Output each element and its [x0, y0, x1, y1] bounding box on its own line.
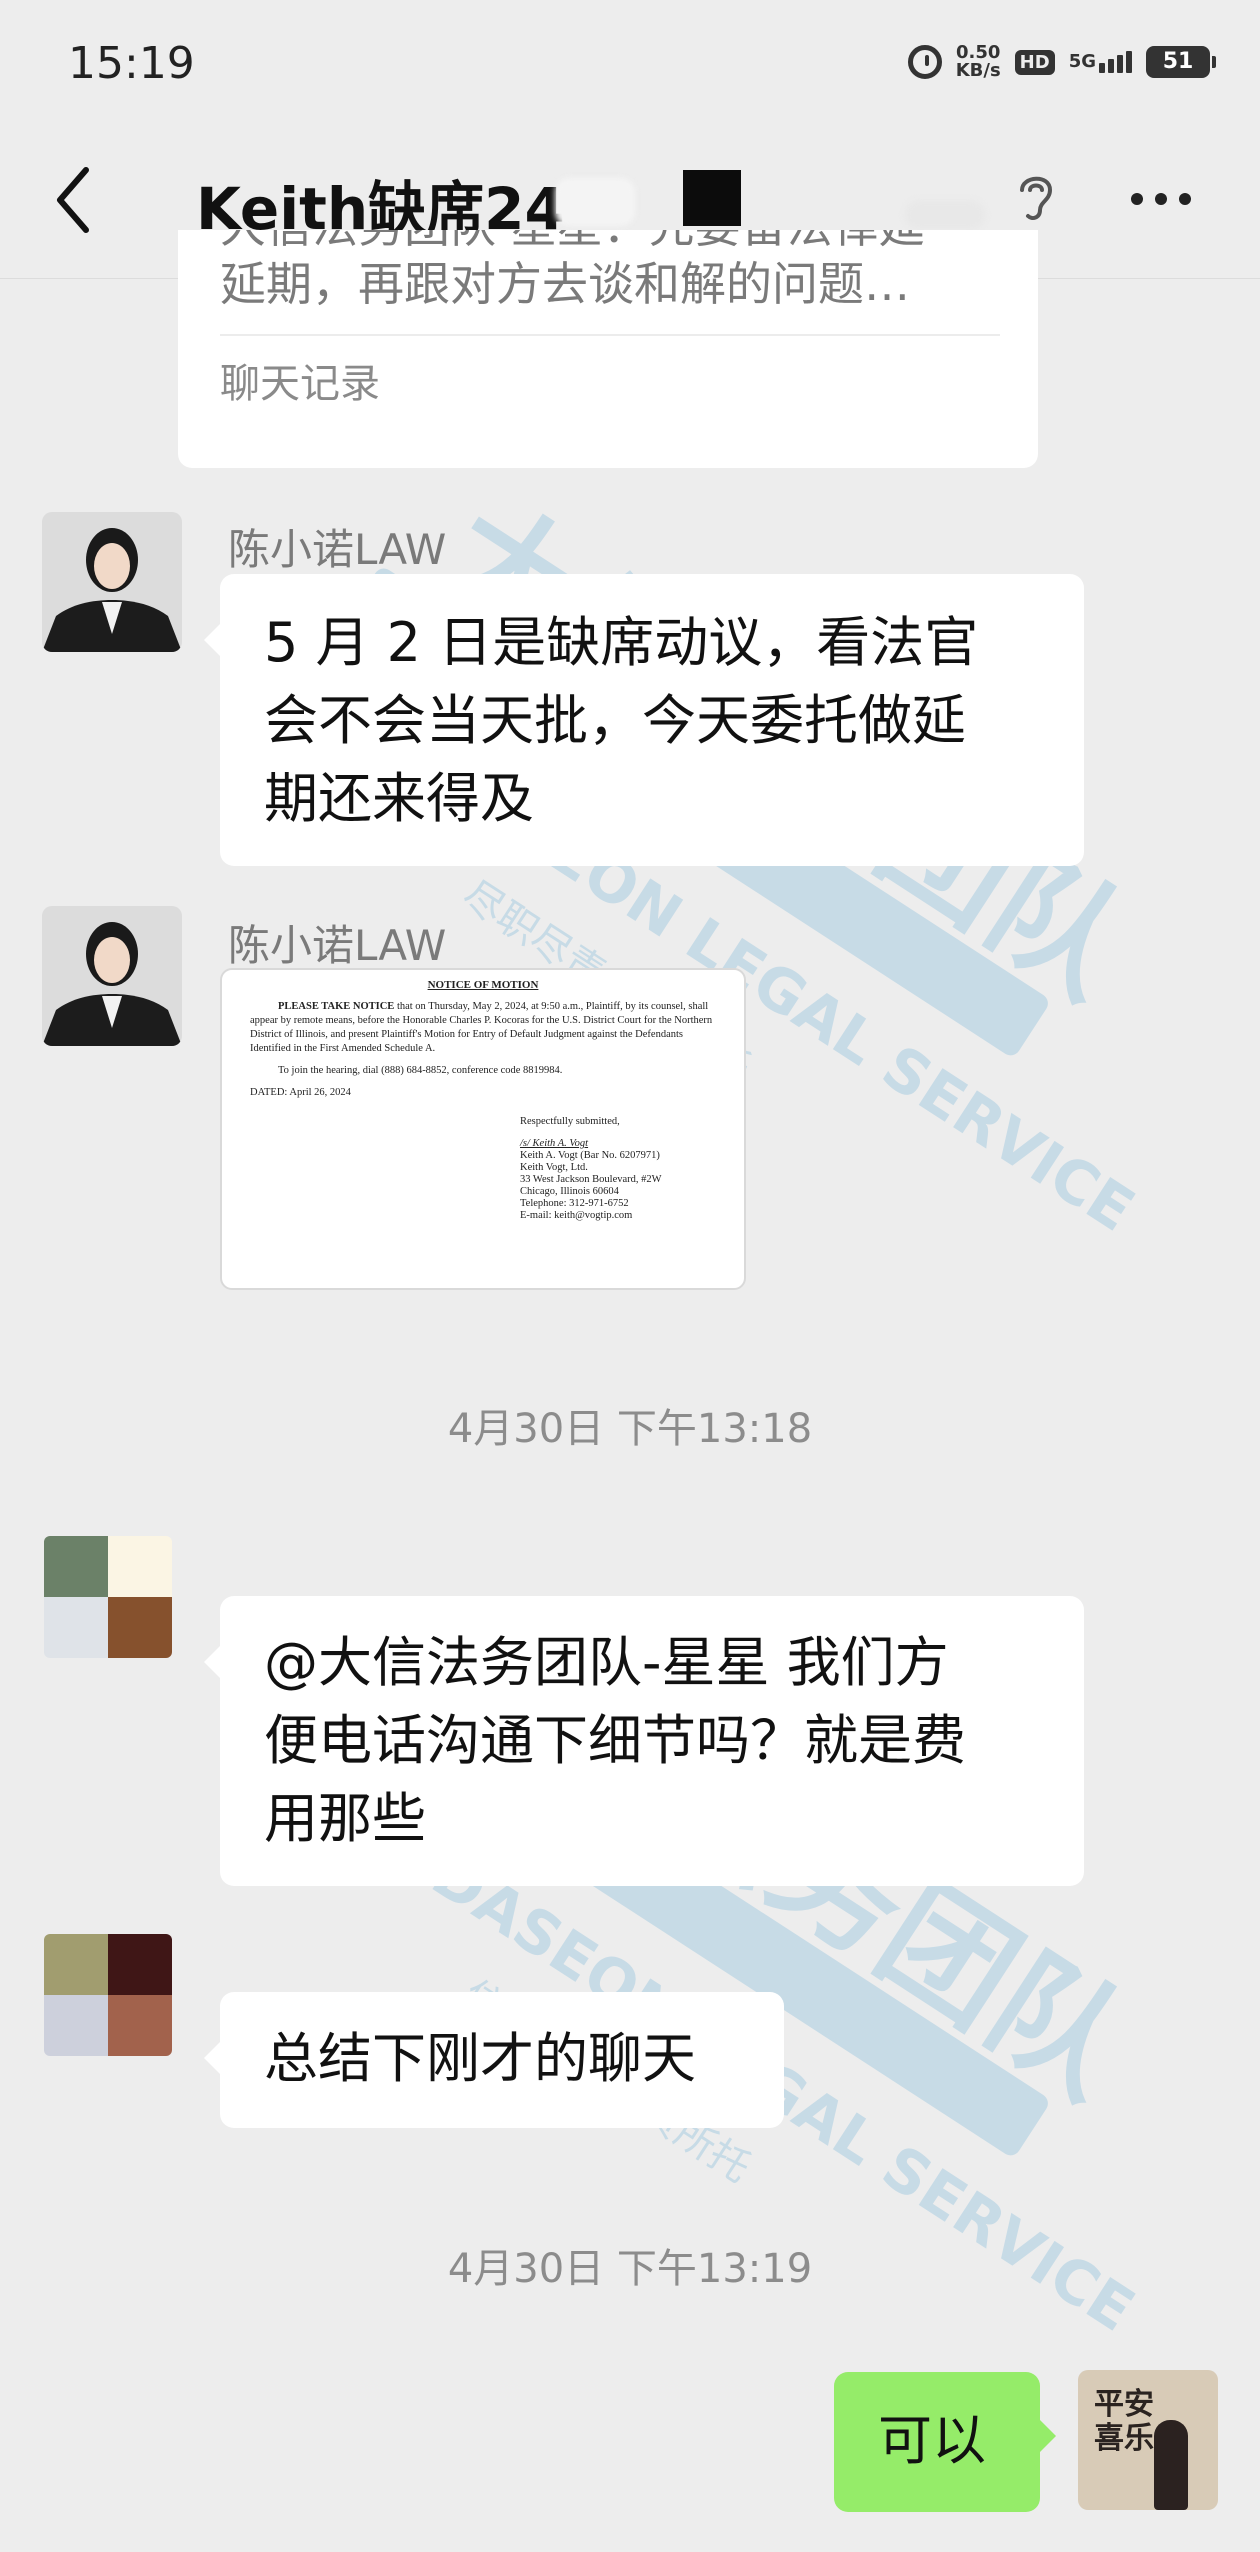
- doc-signoff: Respectfully submitted,: [520, 1116, 620, 1127]
- self-avatar-figure: [1154, 2420, 1188, 2510]
- doc-hearing: To join the hearing, dial (888) 684-8852…: [278, 1065, 563, 1076]
- back-icon[interactable]: [46, 160, 106, 240]
- message-bubble[interactable]: @大信法务团队-星星 我们方 便电话沟通下细节吗？就是费 用那些: [204, 1596, 1084, 1886]
- document-image[interactable]: NOTICE OF MOTION PLEASE TAKE NOTICE that…: [220, 968, 746, 1290]
- message-text: 总结下刚才的聊天: [264, 2027, 696, 2090]
- doc-sig-line: /s/ Keith A. Vogt: [520, 1138, 589, 1149]
- message-bubble[interactable]: 总结下刚才的聊天: [204, 1992, 784, 2128]
- message-line: @大信法务团队-星星 我们方: [264, 1631, 949, 1694]
- message-line: 便电话沟通下细节吗？就是费: [264, 1709, 966, 1772]
- forward-divider: [220, 334, 1000, 336]
- ear-icon[interactable]: [1010, 168, 1062, 224]
- redaction-box: [683, 170, 741, 226]
- forward-label: 聊天记录: [220, 361, 380, 407]
- doc-paragraph: PLEASE TAKE NOTICE that on Thursday, May…: [250, 1000, 716, 1056]
- doc-notice-bold: PLEASE TAKE NOTICE: [278, 1001, 395, 1012]
- doc-dated: DATED: April 26, 2024: [250, 1087, 351, 1098]
- doc-sig-line: E-mail: keith@vogtip.com: [520, 1210, 633, 1221]
- doc-sig-line: Keith Vogt, Ltd.: [520, 1162, 588, 1173]
- message-bubble-self[interactable]: 可以: [834, 2372, 1056, 2512]
- more-icon[interactable]: [1130, 192, 1192, 206]
- message-line: 期还来得及: [264, 767, 534, 830]
- sender-name: 陈小诺LAW: [228, 525, 447, 574]
- timestamp: 4月30日 下午13:19: [447, 2246, 813, 2292]
- message-bubble[interactable]: 5 月 2 日是缺席动议，看法官 会不会当天批，今天委托做延 期还来得及: [204, 574, 1084, 866]
- doc-sig-line: Chicago, Illinois 60604: [520, 1186, 619, 1197]
- forward-card[interactable]: 大信法务团队·星星：先要留法律延 延期，再跟对方去谈和解的问题… 聊天记录: [178, 230, 1038, 468]
- avatar[interactable]: [42, 512, 182, 652]
- message-line: 会不会当天批，今天委托做延: [264, 689, 966, 752]
- self-avatar-text: 平安喜乐: [1094, 2387, 1154, 2456]
- message-line: 5 月 2 日是缺席动议，看法官: [264, 611, 979, 674]
- battery-icon: 51: [1146, 46, 1216, 78]
- redacted-text: [905, 200, 985, 230]
- avatar[interactable]: [42, 906, 182, 1046]
- message-text: 可以: [878, 2409, 986, 2472]
- status-time: 15:19: [68, 38, 195, 89]
- doc-signature: Respectfully submitted, /s/ Keith A. Vog…: [520, 1116, 716, 1222]
- redacted-text: [555, 178, 635, 226]
- status-icons: 0.50 KB/s HD 5G 51: [907, 44, 1216, 80]
- doc-title: NOTICE OF MOTION: [427, 979, 539, 991]
- doc-sig-line: Keith A. Vogt (Bar No. 6207971): [520, 1150, 660, 1161]
- alarm-icon: [907, 45, 942, 79]
- sender-name: 陈小诺LAW: [228, 921, 447, 970]
- network-speed: 0.50 KB/s: [956, 44, 1001, 80]
- network-type: 5G: [1068, 51, 1096, 72]
- timestamp: 4月30日 下午13:18: [447, 1406, 813, 1452]
- self-avatar[interactable]: 平安喜乐: [1078, 2370, 1218, 2510]
- doc-sig-line: Telephone: 312-971-6752: [520, 1198, 629, 1209]
- speed-unit: KB/s: [955, 60, 1001, 81]
- forward-preview-line2: 延期，再跟对方去谈和解的问题…: [220, 257, 910, 311]
- signal-icon: 5G: [1069, 51, 1132, 73]
- doc-sig-line: 33 West Jackson Boulevard, #2W: [520, 1174, 662, 1185]
- avatar[interactable]: [44, 1536, 172, 1658]
- avatar[interactable]: [44, 1934, 172, 2056]
- message-line: 用那些: [264, 1787, 426, 1850]
- hd-badge: HD: [1014, 49, 1055, 75]
